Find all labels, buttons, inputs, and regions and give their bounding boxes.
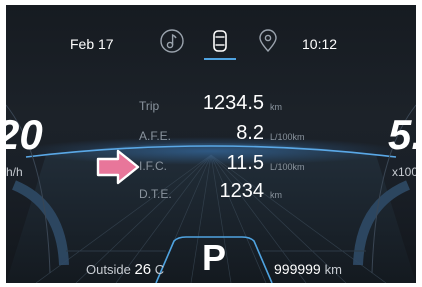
dte-label: D.T.E. [139,187,172,201]
afe-unit: L/100km [270,132,305,142]
outside-label: Outside [86,262,131,277]
trip-unit: km [270,102,282,112]
odometer-unit: km [324,262,342,277]
trip-label: Trip [139,99,160,113]
instrument-cluster: Feb 17 10:12 20 h/h 5. x1000 Trip 1234.5… [6,5,416,283]
outside-temperature: Outside 26 C [86,261,164,278]
gear-indicator: P [202,237,227,278]
date-label: Feb 17 [70,36,114,52]
ifc-value: 11.5 [226,152,264,174]
music-icon[interactable] [158,27,186,55]
odometer: 999999 km [274,261,342,277]
pointer-arrow-icon [96,149,140,185]
ifc-row: I.F.C. 11.5 L/100km [6,152,416,177]
outside-temp-value: 26 [134,261,152,278]
car-icon[interactable] [206,27,234,55]
afe-value: 8.2 [236,122,264,144]
clock-label: 10:12 [302,36,338,52]
odometer-value: 999999 [274,261,321,277]
trip-row: Trip 1234.5 km [6,92,416,117]
dte-row: D.T.E. 1234 km [6,180,416,205]
active-tab-indicator [204,58,236,60]
afe-label: A.F.E. [139,129,172,143]
outside-temp-unit: C [154,262,165,277]
trip-value: 1234.5 [202,92,264,114]
afe-row: A.F.E. 8.2 L/100km [6,122,416,147]
ifc-unit: L/100km [270,162,305,172]
dte-unit: km [270,190,282,200]
location-icon[interactable] [254,27,282,55]
dte-value: 1234 [219,180,265,202]
ifc-label: I.F.C. [139,159,168,173]
